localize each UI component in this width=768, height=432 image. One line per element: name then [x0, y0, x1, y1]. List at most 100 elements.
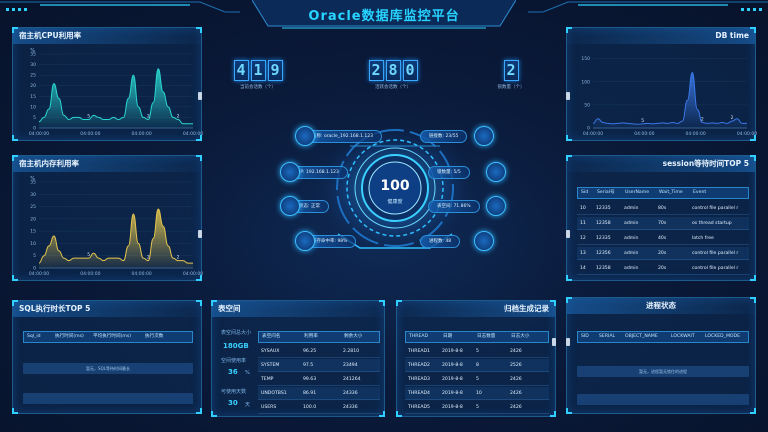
y-tick-label: 10	[30, 241, 36, 247]
table-row[interactable]: 11 12358 admin 70s os thread startup	[577, 217, 749, 230]
sql-empty-row	[23, 393, 193, 404]
pulse-icon	[486, 196, 506, 216]
table-row[interactable]: THREAD4 2019-8-8 10 2426	[405, 387, 549, 400]
cell: 12335	[596, 236, 611, 241]
header: Oracle数据库监控平台	[252, 0, 516, 30]
cell: THREAD5	[408, 405, 430, 410]
table-row[interactable]: USERS 100.0 24336	[258, 401, 380, 414]
scroll-handle[interactable]	[566, 230, 570, 238]
table-row[interactable]: THREAD2 2019-8-8 8 2526	[405, 359, 549, 372]
node-connections: 链接数: 23/55	[420, 130, 468, 143]
cell: THREAD1	[408, 349, 430, 354]
cell: 80s	[658, 206, 667, 211]
cell: 5	[476, 405, 479, 410]
cell: 12356	[596, 251, 611, 256]
data-label: 2	[177, 114, 180, 120]
cell: admin	[624, 251, 639, 256]
cell: 2426	[510, 405, 522, 410]
header-cell: Sid	[581, 190, 589, 195]
table-row[interactable]: 10 12335 admin 80s control file parallel r	[577, 202, 749, 215]
header-cell: 日志大小	[511, 334, 530, 339]
x-tick-label: 04:00:00	[29, 131, 49, 137]
cell: 10	[580, 206, 586, 211]
data-label: 2	[731, 115, 734, 121]
table-row[interactable]: UNDOTBS1 86.91 24336	[258, 387, 380, 400]
header-right-deco	[528, 1, 768, 13]
header-cell: 表空间名	[262, 334, 281, 339]
series-line	[592, 71, 747, 125]
cell: 10	[476, 391, 482, 396]
y-tick-label: 15	[30, 229, 36, 235]
table-row[interactable]: 13 12356 admin 20s control file parallel r	[577, 247, 749, 260]
table-row[interactable]: SYSTEM 97.5 23494	[258, 359, 380, 372]
cell: 5	[476, 349, 479, 354]
scroll-handle[interactable]	[198, 230, 202, 238]
node-tablespace: 表空间: 71.86%	[428, 200, 480, 213]
header-cell: 日期	[443, 334, 453, 339]
header-cell: 利用率	[304, 334, 318, 339]
table-row[interactable]: 12 12335 admin 40s latch free	[577, 232, 749, 245]
stat-label: 可使用天数	[221, 389, 247, 395]
cpu-chart: 05101520253035%5 2 204:00:00 04:00:00 04:00:…	[29, 48, 203, 137]
y-tick-label: 10	[30, 104, 36, 110]
page-title: Oracle数据库监控平台	[308, 9, 460, 24]
table-row[interactable]: 14 12358 admin 20s control file parallel r	[577, 262, 749, 275]
y-tick-label: 0	[33, 266, 36, 272]
stat-value: 30	[228, 399, 238, 407]
cell: admin	[624, 266, 639, 271]
cell: 70s	[658, 221, 667, 226]
x-tick-label: 04:00:00	[634, 131, 654, 137]
cell: 12	[580, 236, 586, 241]
table-row[interactable]: TEMP 99.63 241264	[258, 373, 380, 386]
scroll-handle[interactable]	[566, 338, 570, 346]
y-tick-label: 20	[30, 83, 36, 89]
cell: admin	[624, 206, 639, 211]
data-label: 2	[701, 116, 704, 122]
x-tick-label: 04:00:00	[132, 271, 152, 277]
x-tick-label: 04:00:00	[29, 271, 49, 277]
table-row[interactable]: THREAD3 2019-8-8 5 2426	[405, 373, 549, 386]
sql-panel: SQL执行时长TOP 5 Sql_id 执行时间(ms) 平均执行时间(ms) 执行次…	[12, 300, 202, 414]
y-tick-label: 20	[30, 216, 36, 222]
scroll-handle[interactable]	[552, 338, 556, 346]
pulse-icon	[280, 196, 300, 216]
header-cell: SERIAL	[599, 334, 616, 339]
y-tick-label: 25	[30, 204, 36, 210]
kpi-digit: 1	[250, 60, 266, 81]
kpi-digit: 2	[368, 60, 384, 81]
scroll-handle[interactable]	[198, 92, 202, 100]
table-row[interactable]: THREAD1 2019-8-8 5 2426	[405, 345, 549, 358]
health-label: 健康度	[387, 199, 403, 205]
table-row[interactable]: SYSAUX 96.25 2.2810	[258, 345, 380, 358]
header-cell: SID	[581, 334, 589, 339]
cell: 2.2810	[343, 349, 360, 354]
dbtime-panel-title: DB time	[567, 28, 755, 44]
cell: 2019-8-8	[442, 377, 463, 382]
cell: 86.91	[303, 391, 317, 396]
cell: 100.0	[303, 405, 317, 410]
stat-label: 表空间总大小	[221, 330, 252, 336]
cell: TEMP	[261, 377, 274, 382]
cell: 241264	[343, 377, 361, 382]
cell: 2526	[510, 363, 522, 368]
x-tick-label: 04:00:00	[80, 271, 100, 277]
series-area	[39, 209, 193, 268]
series-area	[593, 72, 747, 128]
memory-chart: 05101520253035%5 2 204:00:00 04:00:00 04:00:…	[29, 176, 203, 277]
sql-table-header: Sql_id 执行时间(ms) 平均执行时间(ms) 执行次数	[23, 331, 193, 343]
y-tick-label: 100	[581, 79, 590, 85]
kpi-digit: 9	[267, 60, 283, 81]
header-cell: 剩余大小	[344, 334, 363, 339]
kpi-label: 锁数量（个）	[497, 85, 525, 90]
cell: 11	[580, 221, 586, 226]
table-row[interactable]: THREAD5 2019-8-8 5 2426	[405, 401, 549, 414]
kpi-locks: 2 锁数量（个）	[482, 60, 540, 90]
cell: 12335	[596, 206, 611, 211]
x-tick-label: 04:00:00	[183, 131, 203, 137]
archive-panel-title: 归档生成记录	[397, 301, 555, 317]
scroll-handle[interactable]	[566, 92, 570, 100]
x-tick-label: 04:00:00	[80, 131, 100, 137]
y-axis-label: %	[30, 176, 35, 182]
y-tick-label: 150	[581, 56, 590, 62]
header-cell: THREAD	[409, 334, 429, 339]
